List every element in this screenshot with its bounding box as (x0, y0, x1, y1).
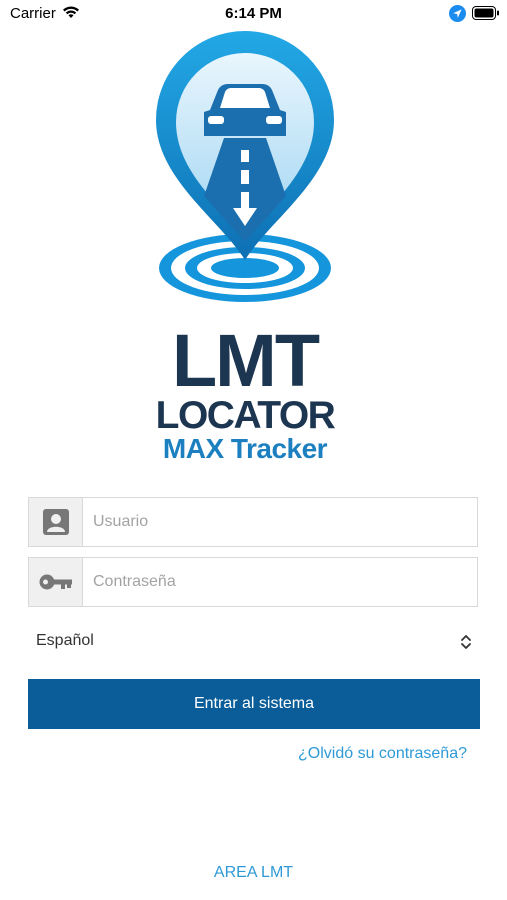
language-selected-value: Español (36, 632, 94, 649)
status-bar: Carrier 6:14 PM (0, 0, 507, 30)
user-icon (29, 498, 83, 546)
key-icon (29, 558, 83, 606)
clock: 6:14 PM (225, 5, 282, 22)
forgot-password-link[interactable]: ¿Olvidó su contraseña? (298, 745, 467, 763)
chevron-up-down-icon (460, 633, 472, 656)
login-button[interactable]: Entrar al sistema (28, 679, 480, 729)
logo-lmt-text: LMT (171, 319, 320, 402)
password-field[interactable] (28, 557, 478, 607)
area-lmt-link: AREA LMT (0, 864, 507, 882)
logo-locator-text: LOCATOR (155, 394, 336, 437)
username-input[interactable] (83, 498, 477, 546)
area-lmt-link-label[interactable]: AREA LMT (214, 864, 293, 881)
battery-icon (472, 6, 500, 25)
app-logo-text: LMT LOCATOR MAX Tracker (150, 319, 340, 464)
app-logo-pin-icon (150, 28, 340, 318)
password-input[interactable] (83, 558, 477, 606)
language-select[interactable]: Español (28, 622, 478, 662)
logo-max-tracker-text: MAX Tracker (162, 433, 328, 464)
location-arrow-icon (449, 5, 466, 27)
username-field[interactable] (28, 497, 478, 547)
